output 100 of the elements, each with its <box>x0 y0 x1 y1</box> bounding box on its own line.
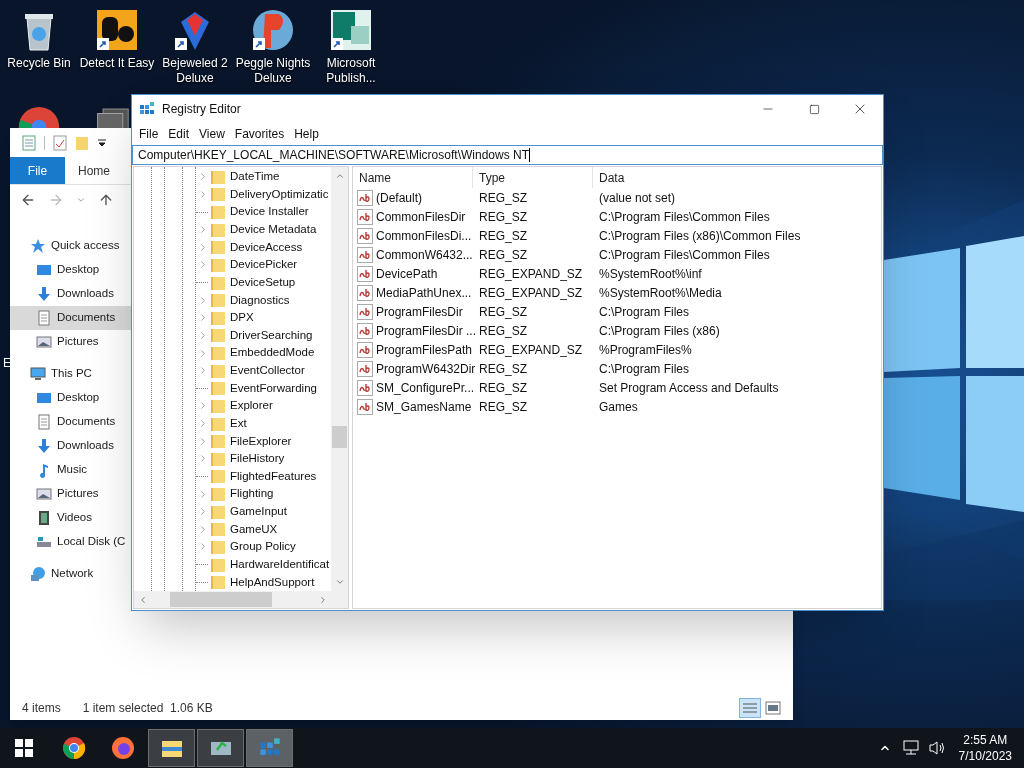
value-name[interactable]: CommonFilesDir <box>376 207 466 226</box>
value-name[interactable]: ProgramW6432Dir <box>376 359 476 378</box>
tree-item[interactable]: Flighting <box>196 485 330 503</box>
vertical-scrollbar[interactable] <box>331 167 348 591</box>
taskbar-app-button[interactable] <box>148 729 195 767</box>
speaker-icon[interactable] <box>928 740 947 756</box>
value-data: Games <box>598 398 638 416</box>
ribbon-tab[interactable]: File <box>10 157 65 184</box>
taskbar-app-button[interactable] <box>197 729 244 767</box>
folder-icon <box>211 381 225 396</box>
nav-item[interactable]: Downloads <box>10 282 131 306</box>
tree-item[interactable]: GameUX <box>196 520 330 539</box>
scrollbar-thumb[interactable] <box>332 426 347 448</box>
value-name[interactable]: MediaPathUnex... <box>376 283 472 302</box>
folder-icon <box>211 257 225 272</box>
tree-item[interactable]: Diagnostics <box>196 291 330 309</box>
menu-item[interactable]: Edit <box>163 125 195 143</box>
tree-item[interactable]: DevicePicker <box>196 256 330 274</box>
checklist-icon[interactable] <box>53 134 67 151</box>
forward-icon[interactable] <box>48 192 64 208</box>
tree-item[interactable]: FileExplorer <box>196 432 330 450</box>
ribbon-tab[interactable]: Home <box>65 157 123 184</box>
tree-item[interactable]: DPX <box>196 309 330 327</box>
tree-item[interactable]: HardwareIdentificat <box>196 555 330 574</box>
menu-item[interactable]: File <box>134 125 164 143</box>
scroll-right-icon[interactable] <box>318 594 328 605</box>
tree-item[interactable]: DeviceAccess <box>196 238 330 257</box>
value-name[interactable]: SM_GamesName <box>376 397 472 416</box>
desktop-shortcut[interactable]: Recycle Bin <box>0 6 78 86</box>
nav-item[interactable]: Documents <box>10 410 131 434</box>
scroll-up-icon[interactable] <box>334 171 345 181</box>
desktop-shortcut[interactable]: Detect It Easy <box>78 6 156 86</box>
tree-item[interactable]: EventForwarding <box>196 379 330 398</box>
value-name[interactable]: SM_ConfigurePr... <box>376 378 475 397</box>
tree-item[interactable]: DriverSearching <box>196 326 330 345</box>
tree-item[interactable]: DeviceSetup <box>196 273 330 292</box>
horizontal-scrollbar[interactable] <box>134 591 348 608</box>
up-icon[interactable] <box>98 192 114 208</box>
tree-item[interactable]: DateTime <box>196 168 330 186</box>
tree-item[interactable]: FileHistory <box>196 450 330 468</box>
value-data: C:\Program Files\Common Files <box>598 246 770 264</box>
back-icon[interactable] <box>20 192 36 208</box>
thumbnail-view-icon[interactable] <box>765 701 781 715</box>
value-data: C:\Program Files (x86) <box>598 322 720 340</box>
nav-item[interactable]: Desktop <box>10 258 131 282</box>
value-name[interactable]: ProgramFilesDir ... <box>376 321 476 340</box>
value-name[interactable]: ProgramFilesPath <box>376 340 473 359</box>
recent-icon[interactable] <box>76 195 86 205</box>
tree-item[interactable]: Device Metadata <box>196 220 330 239</box>
nav-item[interactable]: Music <box>10 458 131 482</box>
nav-item[interactable]: Local Disk (C <box>10 530 131 554</box>
address-field[interactable]: Computer\HKEY_LOCAL_MACHINE\SOFTWARE\Microsoft\Windows NT <box>132 145 883 165</box>
menu-item[interactable]: Favorites <box>229 125 290 143</box>
details-view-icon[interactable] <box>739 698 761 718</box>
scrollbar-thumb[interactable] <box>170 592 272 607</box>
column-header[interactable]: Type <box>473 167 593 188</box>
stacked-windows-icon[interactable] <box>94 108 130 128</box>
nav-item[interactable]: Desktop <box>10 386 131 410</box>
nav-item[interactable]: Downloads <box>10 434 131 458</box>
menu-item[interactable]: Help <box>289 125 324 143</box>
nav-item[interactable]: Documents <box>10 306 131 330</box>
tree-item[interactable]: DeliveryOptimizatic <box>196 185 330 204</box>
star-icon <box>30 238 46 254</box>
tree-item[interactable]: GameInput <box>196 502 330 521</box>
desktop-shortcut[interactable]: Peggle Nights Deluxe <box>234 6 312 86</box>
nav-item[interactable]: This PC <box>10 362 131 386</box>
tree-item[interactable]: EmbeddedMode <box>196 344 330 362</box>
scroll-down-icon[interactable] <box>334 577 345 587</box>
nav-item[interactable]: Videos <box>10 506 131 530</box>
nav-item[interactable]: Pictures <box>10 330 131 354</box>
dropdown-icon[interactable] <box>97 137 107 148</box>
menu-item[interactable]: View <box>194 125 230 143</box>
value-name[interactable]: ProgramFilesDir <box>376 302 463 321</box>
value-name[interactable]: DevicePath <box>376 264 438 283</box>
tree-item[interactable]: HelpAndSupport <box>196 573 330 591</box>
document-icon <box>36 310 52 326</box>
value-name[interactable]: CommonFilesDi... <box>376 226 472 245</box>
nav-item[interactable]: Quick access <box>10 234 131 258</box>
tree-item[interactable]: Ext <box>196 414 330 433</box>
string-value-icon <box>357 322 373 339</box>
tree-item[interactable]: FlightedFeatures <box>196 467 330 486</box>
column-header[interactable]: Data <box>593 167 881 188</box>
desktop-shortcut[interactable]: Microsoft Publish... <box>312 6 390 86</box>
tree-item[interactable]: Group Policy <box>196 538 330 556</box>
tree-item[interactable]: Explorer <box>196 397 330 415</box>
scroll-left-icon[interactable] <box>138 594 148 605</box>
clock[interactable]: 2:55 AM 7/10/2023 <box>958 732 1012 764</box>
value-name[interactable]: (Default) <box>376 188 422 207</box>
folder-icon[interactable] <box>75 134 89 151</box>
desktop-shortcut[interactable]: Bejeweled 2 Deluxe <box>156 6 234 86</box>
column-header[interactable]: Name <box>353 167 473 188</box>
document-icon <box>36 414 52 430</box>
value-name[interactable]: CommonW6432... <box>376 245 473 264</box>
document-icon[interactable] <box>22 134 36 151</box>
network-icon[interactable] <box>902 740 921 756</box>
nav-item[interactable]: Network <box>10 562 131 586</box>
tree-item[interactable]: EventCollector <box>196 361 330 380</box>
nav-item[interactable]: Pictures <box>10 482 131 506</box>
tree-item[interactable]: Device Installer <box>196 203 330 221</box>
folder-icon <box>211 363 225 378</box>
